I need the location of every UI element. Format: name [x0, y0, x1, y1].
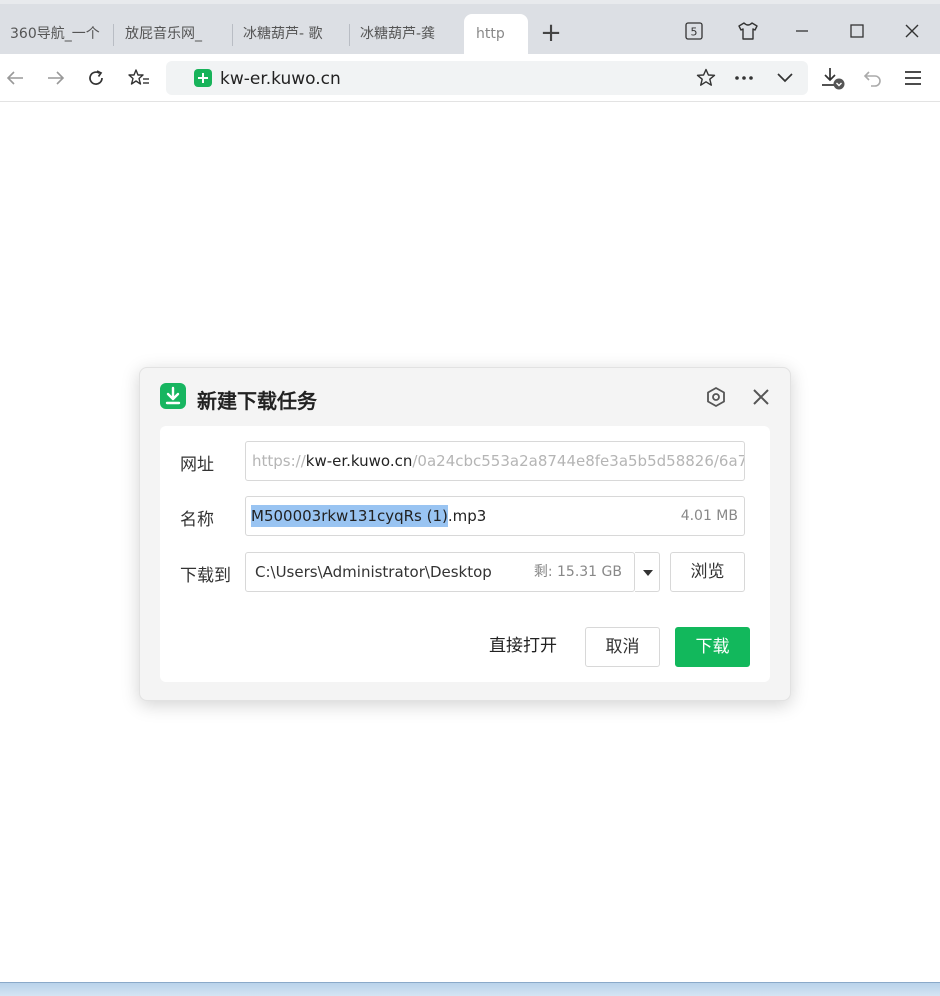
minimize-icon [796, 30, 808, 32]
svg-text:5: 5 [691, 26, 698, 39]
tab-label: 冰糖葫芦- 歌 [243, 26, 323, 42]
filename-selected-text: M500003rkw131cyqRs (1) [251, 505, 448, 527]
cancel-button[interactable]: 取消 [585, 627, 660, 667]
tab-count-button[interactable]: 5 [679, 16, 709, 46]
tab-fangpi-music[interactable]: 放屁音乐网_ [115, 14, 233, 54]
tab-strip: 360导航_一个 放屁音乐网_ 冰糖葫芦- 歌 冰糖葫芦-龚 http + 5 [0, 0, 940, 58]
taskbar [0, 982, 940, 996]
browser-window: 360导航_一个 放屁音乐网_ 冰糖葫芦- 歌 冰糖葫芦-龚 http + 5 [0, 0, 940, 996]
dialog-close-button[interactable] [746, 382, 776, 412]
reload-icon [89, 70, 103, 85]
forward-button[interactable] [41, 63, 71, 93]
reload-button[interactable] [81, 63, 111, 93]
bookmark-star-button[interactable] [691, 63, 721, 93]
download-button[interactable]: 下载 [675, 627, 750, 667]
undo-close-tab-button[interactable] [858, 63, 888, 93]
downloads-button[interactable] [818, 63, 848, 93]
hamburger-menu-icon [905, 71, 921, 85]
star-list-icon [128, 69, 149, 85]
arrow-left-icon [6, 71, 23, 85]
tab-label: http [476, 26, 505, 42]
url-field[interactable]: https://kw-er.kuwo.cn/0a24cbc553a2a8744e… [245, 441, 745, 481]
tab-label: 冰糖葫芦-龚 [360, 26, 436, 42]
close-icon [905, 24, 919, 38]
file-size: 4.01 MB [680, 508, 738, 524]
filename-extension: .mp3 [447, 507, 487, 525]
url-path: /0a24cbc553a2a8744e8fe3a5b5d58826/6a7d1 [412, 452, 745, 470]
url-host: kw-er.kuwo.cn [305, 452, 413, 470]
arrow-right-icon [48, 71, 65, 85]
shirt-icon [738, 22, 758, 40]
tab-label: 放屁音乐网_ [125, 26, 202, 42]
tab-360-nav[interactable]: 360导航_一个 [0, 14, 114, 54]
url-prefix: https:// [252, 452, 306, 470]
download-icon [822, 68, 845, 90]
browser-toolbar: kw-er.kuwo.cn [0, 54, 940, 102]
address-url: kw-er.kuwo.cn [220, 69, 341, 89]
tab-count-icon: 5 [685, 22, 703, 40]
close-icon [753, 389, 769, 405]
security-shield-icon [194, 69, 212, 87]
tab-label: 360导航_一个 [10, 26, 100, 42]
minimize-button[interactable] [787, 16, 817, 46]
address-bar[interactable]: kw-er.kuwo.cn [166, 61, 808, 95]
maximize-icon [850, 24, 864, 38]
filename-input[interactable]: M500003rkw131cyqRs (1).mp3 4.01 MB [245, 496, 745, 536]
url-label: 网址 [180, 455, 214, 475]
settings-hexagon-icon [707, 387, 725, 407]
open-directly-button[interactable]: 直接打开 [478, 627, 568, 667]
filename-label: 名称 [180, 510, 214, 530]
more-button[interactable] [729, 63, 759, 93]
more-dots-icon [735, 76, 753, 80]
dialog-title: 新建下载任务 [197, 389, 317, 413]
menu-button[interactable] [898, 63, 928, 93]
tab-active-http[interactable]: http [464, 14, 528, 58]
new-download-dialog: 新建下载任务 网址 https://kw-er.kuwo.cn/0a24cbc5… [139, 367, 791, 701]
dialog-form: 网址 https://kw-er.kuwo.cn/0a24cbc553a2a87… [160, 426, 770, 682]
save-path-input[interactable]: C:\Users\Administrator\Desktop 剩: 15.31 … [245, 552, 635, 592]
save-path-label: 下载到 [180, 566, 231, 586]
back-button[interactable] [0, 63, 30, 93]
maximize-button[interactable] [842, 16, 872, 46]
undo-icon [863, 71, 881, 87]
tab-bingtang-1[interactable]: 冰糖葫芦- 歌 [233, 14, 350, 54]
free-space: 剩: 15.31 GB [533, 564, 622, 580]
favorites-button[interactable] [124, 63, 154, 93]
close-window-button[interactable] [897, 16, 927, 46]
save-path-value: C:\Users\Administrator\Desktop [255, 563, 492, 581]
save-path-dropdown-button[interactable] [635, 552, 660, 592]
star-icon [696, 68, 716, 86]
chevron-down-icon [777, 73, 793, 83]
dialog-settings-button[interactable] [701, 382, 731, 412]
tab-bingtang-2[interactable]: 冰糖葫芦-龚 [350, 14, 464, 54]
browse-button[interactable]: 浏览 [670, 552, 745, 592]
address-dropdown-button[interactable] [770, 63, 800, 93]
download-app-logo-icon [160, 383, 186, 409]
skin-button[interactable] [733, 16, 763, 46]
new-tab-button[interactable]: + [536, 18, 566, 48]
